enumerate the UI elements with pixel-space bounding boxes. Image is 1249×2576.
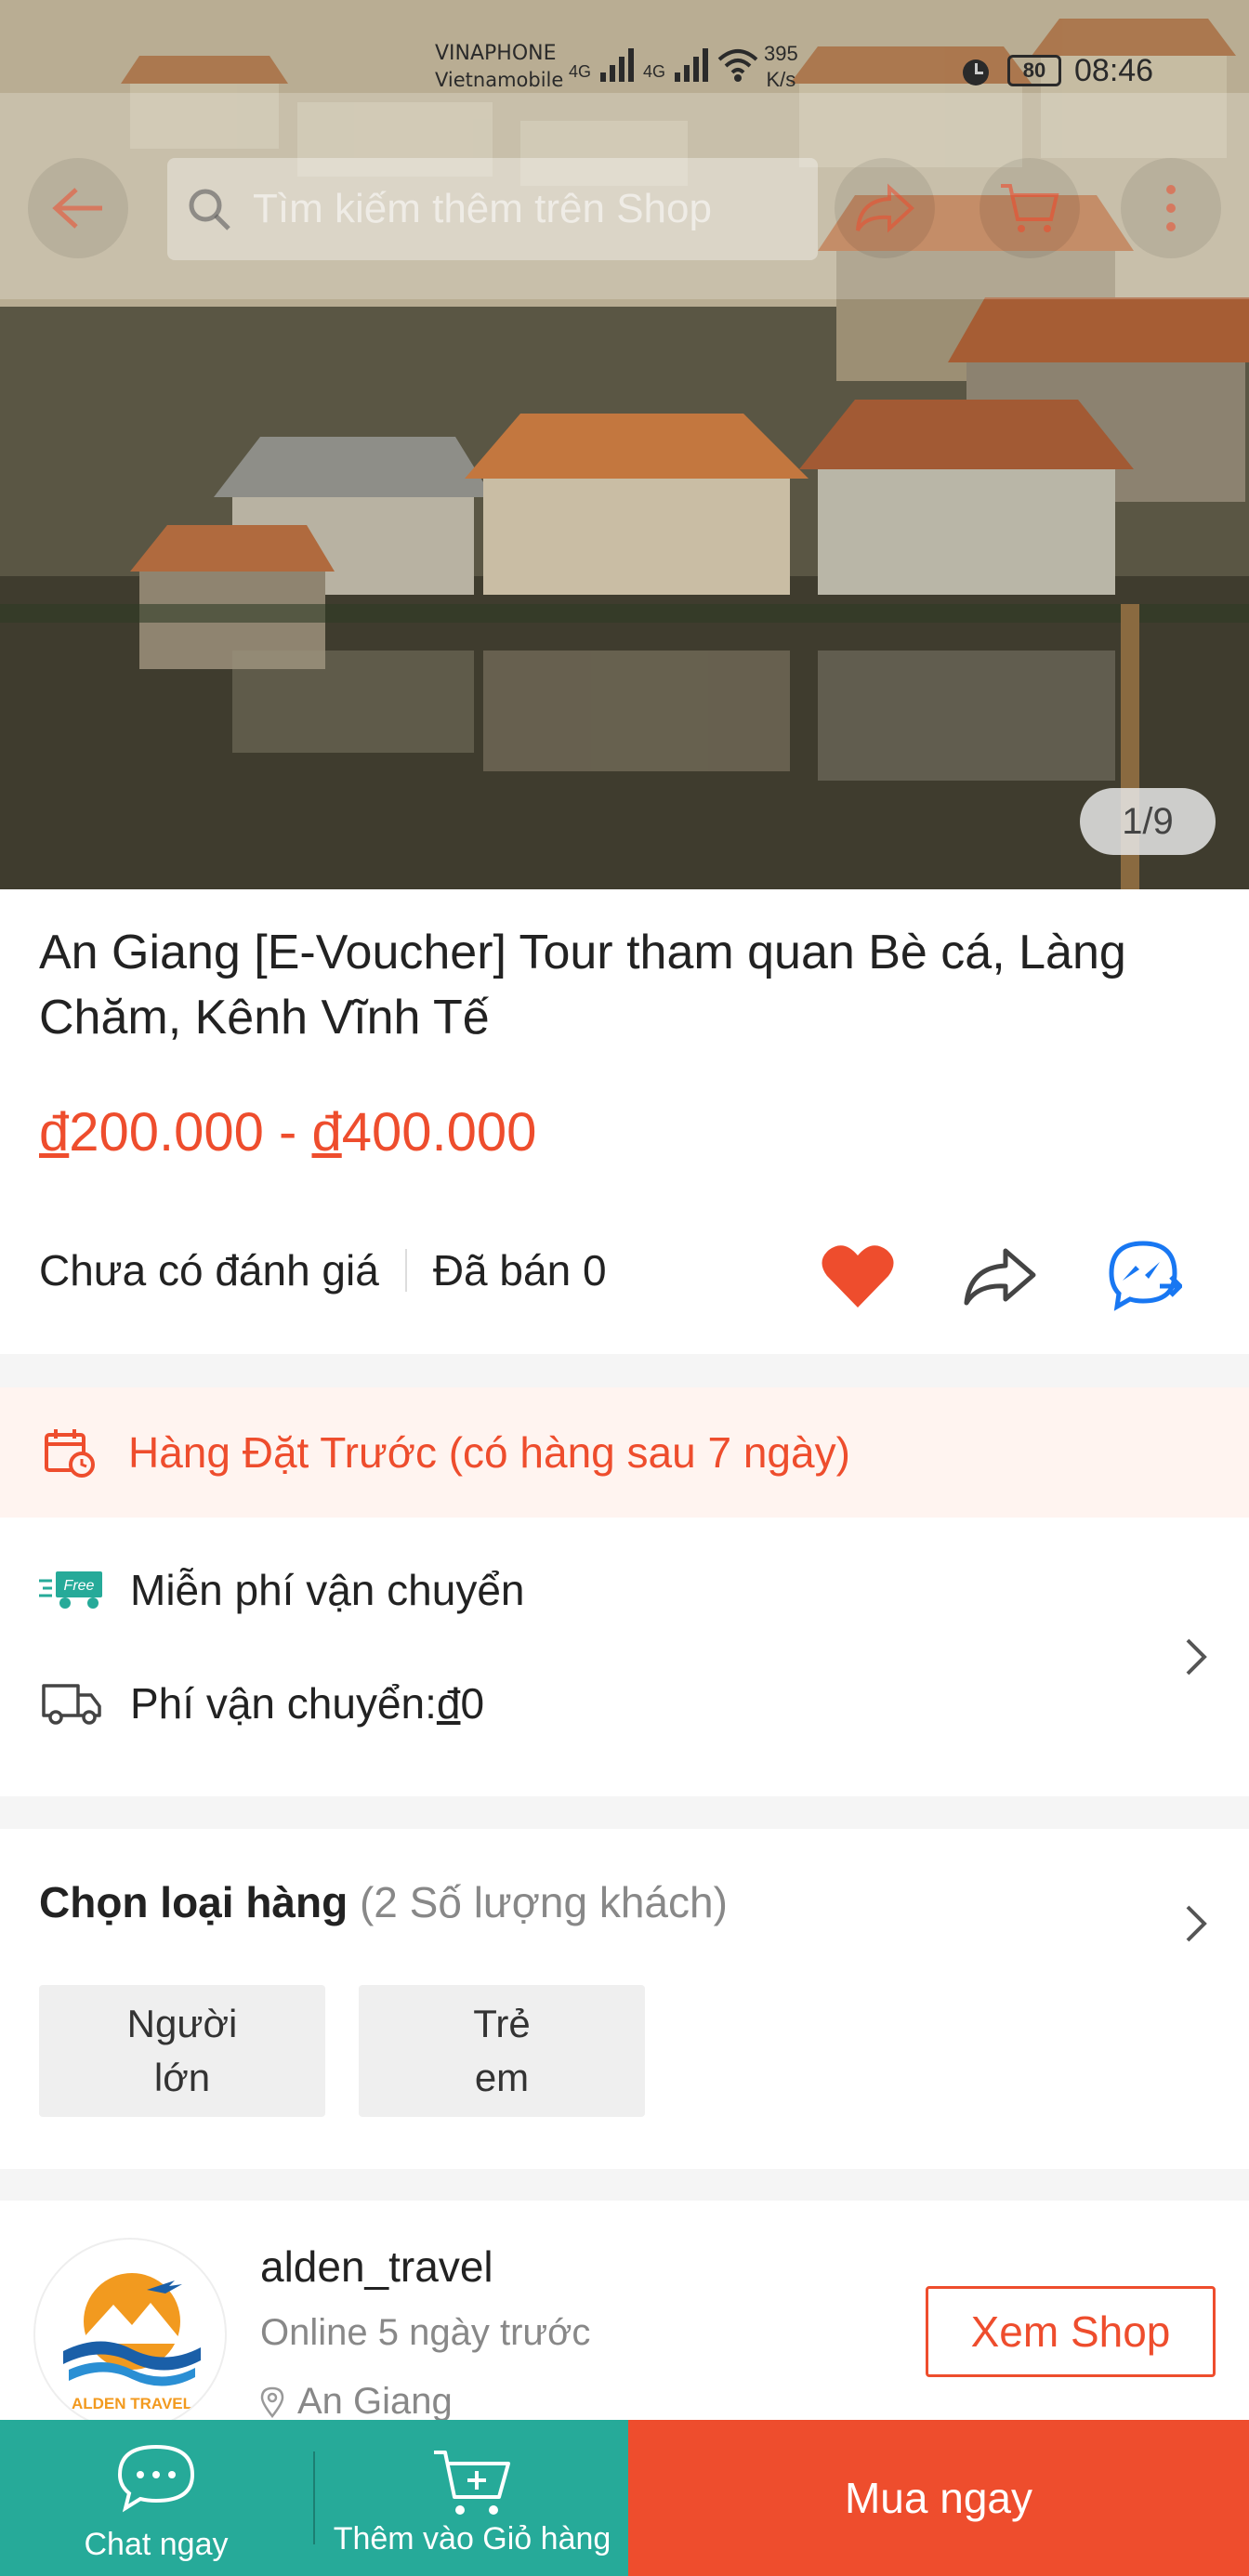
product-price: đ200.000 - đ400.000 [39, 1101, 536, 1163]
free-badge-text: Free [64, 1578, 95, 1594]
chat-bubble-icon [117, 2444, 195, 2513]
variant-count: (2 Số lượng khách) [359, 1878, 728, 1926]
location-pin-icon [260, 2386, 284, 2418]
variant-heading-label: Chọn loại hàng [39, 1878, 348, 1926]
carrier-1: VINAPHONE [435, 42, 557, 65]
clock-time: 08:46 [1074, 52, 1154, 88]
calendar-clock-icon [45, 1429, 95, 1478]
wifi-icon [717, 49, 758, 82]
bottom-action-bar: Chat ngay Thêm vào Giỏ hàng Mua ngay [0, 2420, 1249, 2576]
product-image-gallery[interactable]: VINAPHONE Vietnamobile 4G 4G 395 K/s 80 … [0, 0, 1249, 889]
rating-text: Chưa có đánh giá [39, 1246, 379, 1295]
shop-info: ALDEN TRAVEL alden_travel Online 5 ngày … [0, 2201, 1249, 2431]
option-line: Trẻ [473, 2002, 531, 2045]
add-to-cart-button[interactable]: Thêm vào Giỏ hàng [316, 2420, 628, 2576]
chat-now-label: Chat ngay [84, 2527, 229, 2562]
section-gap [0, 1354, 1249, 1387]
view-shop-button[interactable]: Xem Shop [926, 2286, 1216, 2377]
add-to-cart-label: Thêm vào Giỏ hàng [333, 2521, 611, 2556]
free-shipping-text: Miễn phí vận chuyển [130, 1566, 525, 1614]
heart-icon [822, 1245, 894, 1308]
cart-plus-icon [434, 2451, 510, 2515]
shipping-section[interactable]: Free Miễn phí vận chuyển Phí vận chuyển:… [0, 1518, 1249, 1796]
sold-count: Đã bán 0 [432, 1246, 607, 1295]
variant-option-adult[interactable]: Người lớn [39, 1985, 325, 2117]
section-gap [0, 2169, 1249, 2201]
shop-location-text: An Giang [297, 2381, 453, 2422]
share-arrow-icon [856, 183, 914, 233]
chat-now-button[interactable]: Chat ngay [0, 2420, 312, 2576]
preorder-banner: Hàng Đặt Trước (có hàng sau 7 ngày) [0, 1387, 1249, 1518]
back-button[interactable] [28, 158, 128, 258]
currency-symbol: đ [436, 1679, 461, 1728]
option-line: lớn [153, 2056, 211, 2099]
bottom-separator [312, 2420, 316, 2576]
signal-bars-icon [600, 48, 635, 82]
currency-symbol: đ [39, 1102, 70, 1163]
cart-button[interactable] [979, 158, 1080, 258]
status-right: 80 08:46 [957, 52, 1153, 89]
alden-travel-logo: ALDEN TRAVEL [63, 2273, 201, 2412]
shipping-fee-label: Phí vận chuyển: [130, 1679, 437, 1728]
shipping-fee-value: 0 [460, 1679, 485, 1728]
chevron-right-icon [1186, 1905, 1207, 1942]
search-placeholder: Tìm kiếm thêm trên Shop [253, 186, 712, 231]
shop-logo[interactable]: ALDEN TRAVEL [33, 2238, 227, 2431]
option-line: Người [126, 2002, 238, 2045]
section-gap [0, 1796, 1249, 1829]
shop-name[interactable]: alden_travel [260, 2241, 493, 2292]
network-type-2: 4G [643, 62, 666, 81]
logo-text: ALDEN TRAVEL [72, 2395, 192, 2412]
more-button[interactable] [1121, 158, 1221, 258]
buy-now-button[interactable]: Mua ngay [628, 2420, 1249, 2576]
signal-bars-icon [675, 48, 709, 82]
arrow-left-icon [52, 188, 102, 229]
rating-sold-row: Chưa có đánh giá Đã bán 0 [39, 1245, 607, 1295]
like-button[interactable] [818, 1236, 898, 1316]
battery-indicator: 80 [1007, 55, 1061, 86]
shipping-fee-row: Phí vận chuyển: đ0 [39, 1676, 484, 1731]
product-title: An Giang [E-Voucher] Tour tham quan Bè c… [39, 926, 1126, 1045]
carrier-2: Vietnamobile [435, 69, 564, 91]
truck-icon [39, 1676, 104, 1731]
option-line: em [474, 2056, 530, 2099]
shop-location: An Giang [260, 2381, 453, 2423]
free-shipping-icon: Free [39, 1562, 104, 1618]
status-bar: VINAPHONE Vietnamobile 4G 4G 395 K/s 80 … [0, 0, 1249, 93]
share-button[interactable] [835, 158, 935, 258]
shop-online-status: Online 5 ngày trước [260, 2312, 591, 2353]
speed-unit: K/s [766, 68, 796, 91]
network-type-1: 4G [569, 62, 592, 81]
more-vertical-icon [1166, 185, 1176, 231]
share-product-button[interactable] [959, 1236, 1039, 1316]
share-icon [964, 1248, 1036, 1306]
free-shipping-row: Free Miễn phí vận chuyển [39, 1562, 525, 1618]
currency-symbol: đ [311, 1102, 342, 1163]
variant-option-child[interactable]: Trẻ em [359, 1985, 645, 2117]
speed-value: 395 [764, 42, 798, 65]
signal-indicators: 4G 4G [569, 48, 758, 82]
search-icon [189, 189, 230, 230]
variant-heading: Chọn loại hàng (2 Số lượng khách) [39, 1877, 728, 1927]
price-to: 400.000 [341, 1102, 537, 1163]
search-input[interactable]: Tìm kiếm thêm trên Shop [167, 158, 818, 260]
messenger-share-button[interactable] [1104, 1236, 1184, 1316]
variant-selector[interactable]: Chọn loại hàng (2 Số lượng khách) Người l… [0, 1829, 1249, 2169]
messenger-icon [1109, 1241, 1182, 1311]
cart-icon [1001, 184, 1059, 232]
meta-divider [404, 1249, 407, 1292]
preorder-text: Hàng Đặt Trước (có hàng sau 7 ngày) [128, 1428, 850, 1477]
gallery-pager: 1/9 [1080, 788, 1216, 855]
chevron-right-icon [1186, 1638, 1207, 1676]
alarm-icon [963, 59, 989, 85]
carrier-names: VINAPHONE Vietnamobile [435, 41, 563, 93]
price-separator: - [279, 1102, 312, 1163]
network-speed: 395 K/s [764, 41, 798, 93]
price-from: 200.000 [69, 1102, 264, 1163]
